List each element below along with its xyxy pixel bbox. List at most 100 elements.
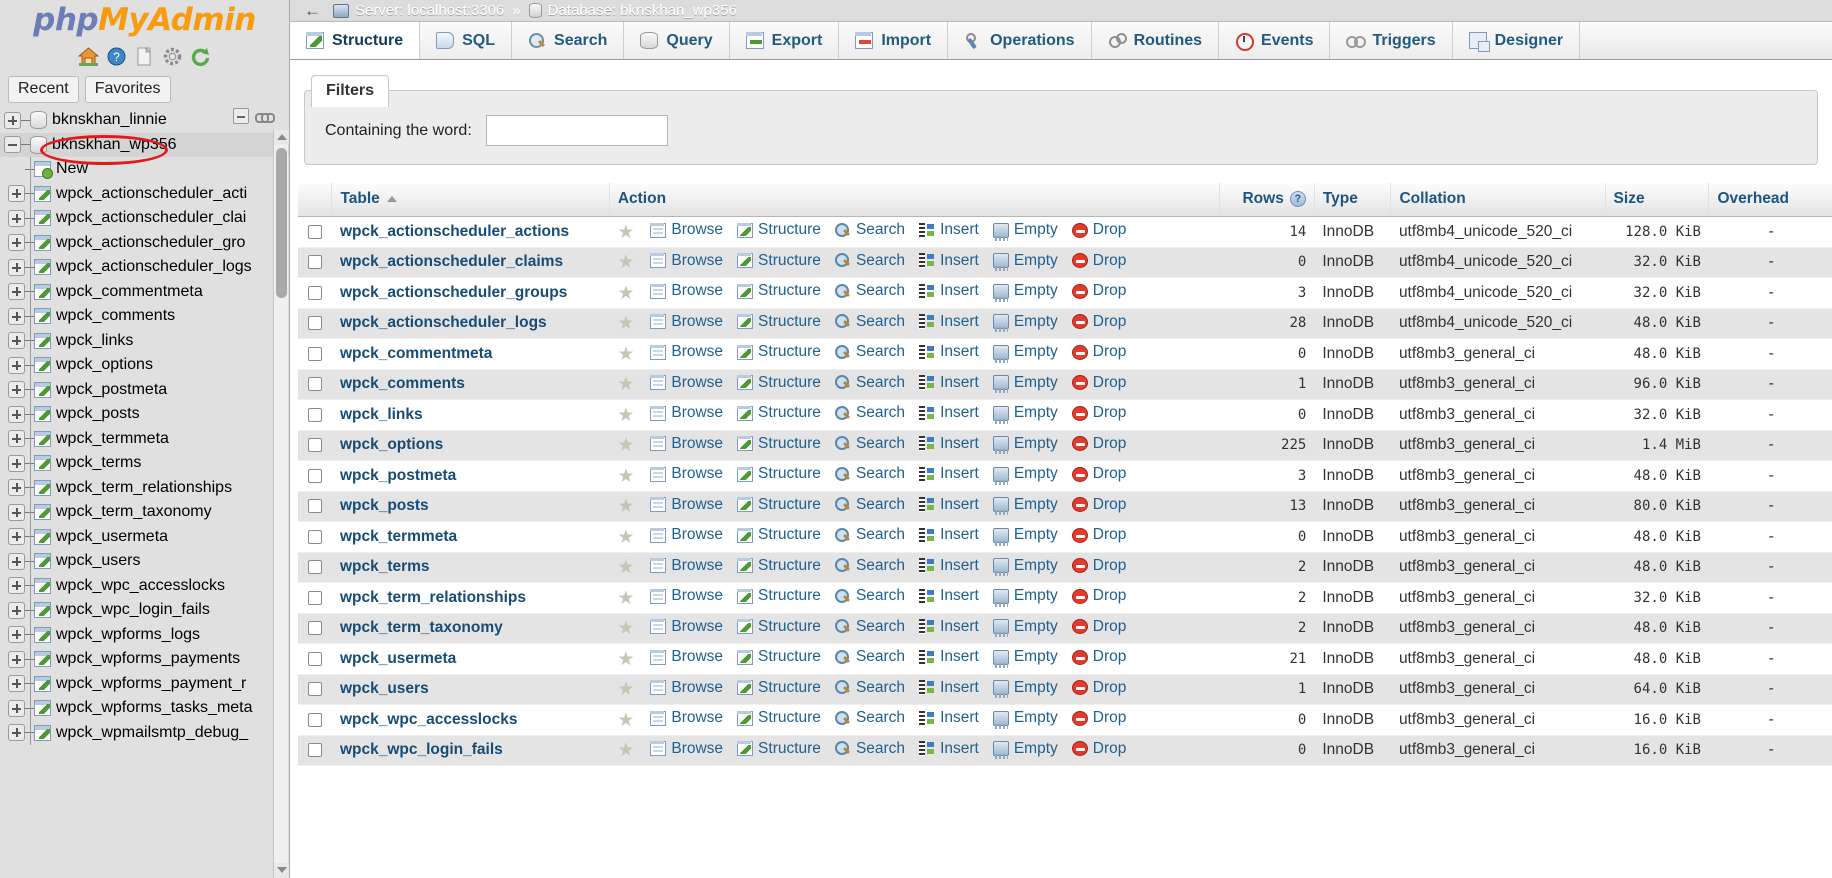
action-insert[interactable]: Insert <box>919 435 979 453</box>
action-insert[interactable]: Insert <box>919 404 979 422</box>
action-search[interactable]: Search <box>834 496 905 514</box>
action-structure[interactable]: Structure <box>737 435 821 453</box>
action-insert[interactable]: Insert <box>919 221 979 239</box>
action-structure[interactable]: Structure <box>737 679 821 697</box>
action-insert[interactable]: Insert <box>919 282 979 300</box>
action-empty[interactable]: Empty <box>992 404 1058 424</box>
expand-icon[interactable] <box>8 332 25 350</box>
action-empty[interactable]: Empty <box>992 465 1058 485</box>
action-empty[interactable]: Empty <box>992 221 1058 241</box>
tree-item-wpck_wpmailsmtp_debug_[interactable]: wpck_wpmailsmtp_debug_ <box>0 720 289 746</box>
action-drop[interactable]: Drop <box>1071 374 1126 392</box>
row-checkbox[interactable] <box>307 529 322 544</box>
tree-item-wpck_term_relationships[interactable]: wpck_term_relationships <box>0 475 289 501</box>
action-browse[interactable]: Browse <box>650 404 723 422</box>
table-row[interactable]: wpck_postmeta ★ Browse Structure Search Inser… <box>298 460 1832 492</box>
favorite-star-icon[interactable]: ★ <box>617 284 634 303</box>
expand-icon[interactable] <box>8 601 25 619</box>
tree-item-wpck_actionscheduler_gro[interactable]: wpck_actionscheduler_gro <box>0 230 289 256</box>
breadcrumb-database[interactable]: Database: bknskhan_wp356 <box>548 2 737 19</box>
action-insert[interactable]: Insert <box>919 374 979 392</box>
favorite-star-icon[interactable]: ★ <box>617 314 634 333</box>
scroll-up-arrow[interactable] <box>274 130 289 145</box>
tree-item-wpck_postmeta[interactable]: wpck_postmeta <box>0 377 289 403</box>
row-checkbox[interactable] <box>307 651 322 666</box>
reload-icon[interactable] <box>190 46 211 67</box>
table-row[interactable]: wpck_termmeta ★ Browse Structure Search Inser… <box>298 521 1832 553</box>
action-search[interactable]: Search <box>834 313 905 331</box>
action-insert[interactable]: Insert <box>919 648 979 666</box>
action-structure[interactable]: Structure <box>737 648 821 666</box>
action-drop[interactable]: Drop <box>1071 526 1126 544</box>
action-drop[interactable]: Drop <box>1071 313 1126 331</box>
tree-item-wpck_wpc_accesslocks[interactable]: wpck_wpc_accesslocks <box>0 573 289 599</box>
tab-routines[interactable]: Routines <box>1091 22 1220 59</box>
action-search[interactable]: Search <box>834 526 905 544</box>
settings-icon[interactable] <box>162 46 183 67</box>
expand-icon[interactable] <box>8 234 25 252</box>
action-insert[interactable]: Insert <box>919 709 979 727</box>
table-name-link[interactable]: wpck_actionscheduler_groups <box>340 284 567 301</box>
action-search[interactable]: Search <box>834 252 905 270</box>
action-drop[interactable]: Drop <box>1071 465 1126 483</box>
action-browse[interactable]: Browse <box>650 374 723 392</box>
action-search[interactable]: Search <box>834 679 905 697</box>
row-checkbox[interactable] <box>307 285 322 300</box>
tree-item-wpck_terms[interactable]: wpck_terms <box>0 451 289 476</box>
tree-item-wpck_posts[interactable]: wpck_posts <box>0 402 289 427</box>
expand-icon[interactable] <box>8 699 25 717</box>
expand-icon[interactable] <box>8 724 25 742</box>
favorite-star-icon[interactable]: ★ <box>617 711 634 730</box>
phpmyadmin-logo[interactable]: phpMyAdmin <box>0 0 289 38</box>
action-search[interactable]: Search <box>834 374 905 392</box>
tree-item-wpck_comments[interactable]: wpck_comments <box>0 304 289 329</box>
tree-item-wpck_links[interactable]: wpck_links <box>0 328 289 354</box>
tree-item-wpck_wpforms_payments[interactable]: wpck_wpforms_payments <box>0 647 289 672</box>
expand-icon[interactable] <box>8 626 25 644</box>
sidebar-scrollbar[interactable] <box>273 130 289 878</box>
scroll-down-arrow[interactable] <box>274 863 289 878</box>
row-checkbox[interactable] <box>307 468 322 483</box>
tab-events[interactable]: Events <box>1219 22 1331 59</box>
action-insert[interactable]: Insert <box>919 313 979 331</box>
row-checkbox[interactable] <box>307 346 322 361</box>
favorites-tab[interactable]: Favorites <box>84 76 171 103</box>
action-insert[interactable]: Insert <box>919 740 979 758</box>
table-row[interactable]: wpck_actionscheduler_actions ★ Browse Struc… <box>298 216 1832 248</box>
action-empty[interactable]: Empty <box>992 740 1058 759</box>
table-row[interactable]: wpck_wpc_login_fails ★ Browse Structure Sear… <box>298 735 1832 766</box>
action-browse[interactable]: Browse <box>650 221 723 239</box>
tree-item-New[interactable]: New <box>0 157 289 182</box>
action-drop[interactable]: Drop <box>1071 282 1126 300</box>
tab-triggers[interactable]: Triggers <box>1330 22 1453 59</box>
row-checkbox[interactable] <box>307 255 322 270</box>
row-checkbox[interactable] <box>307 438 322 453</box>
action-search[interactable]: Search <box>834 557 905 575</box>
action-browse[interactable]: Browse <box>650 252 723 270</box>
action-empty[interactable]: Empty <box>992 618 1058 637</box>
expand-icon[interactable] <box>8 454 25 472</box>
action-structure[interactable]: Structure <box>737 221 821 239</box>
action-insert[interactable]: Insert <box>919 557 979 575</box>
tab-search[interactable]: Search <box>512 22 625 59</box>
action-structure[interactable]: Structure <box>737 618 821 636</box>
row-checkbox[interactable] <box>307 224 322 239</box>
table-row[interactable]: wpck_usermeta ★ Browse Structure Search Inser… <box>298 643 1832 675</box>
table-name-link[interactable]: wpck_commentmeta <box>340 345 492 362</box>
tree-item-wpck_usermeta[interactable]: wpck_usermeta <box>0 524 289 550</box>
action-browse[interactable]: Browse <box>650 496 723 514</box>
action-structure[interactable]: Structure <box>737 282 821 300</box>
expand-icon[interactable] <box>8 185 25 203</box>
tab-query[interactable]: Query <box>624 22 730 59</box>
action-structure[interactable]: Structure <box>737 709 821 727</box>
action-empty[interactable]: Empty <box>992 526 1058 546</box>
expand-icon[interactable] <box>4 111 21 129</box>
favorite-star-icon[interactable]: ★ <box>617 223 634 242</box>
column-header-table[interactable]: Table <box>331 183 610 217</box>
table-row[interactable]: wpck_actionscheduler_groups ★ Browse Struct… <box>298 277 1832 309</box>
action-drop[interactable]: Drop <box>1071 709 1126 727</box>
action-structure[interactable]: Structure <box>737 496 821 514</box>
action-empty[interactable]: Empty <box>992 282 1058 302</box>
tree-item-wpck_wpforms_tasks_meta[interactable]: wpck_wpforms_tasks_meta <box>0 696 289 721</box>
row-checkbox[interactable] <box>307 682 322 697</box>
